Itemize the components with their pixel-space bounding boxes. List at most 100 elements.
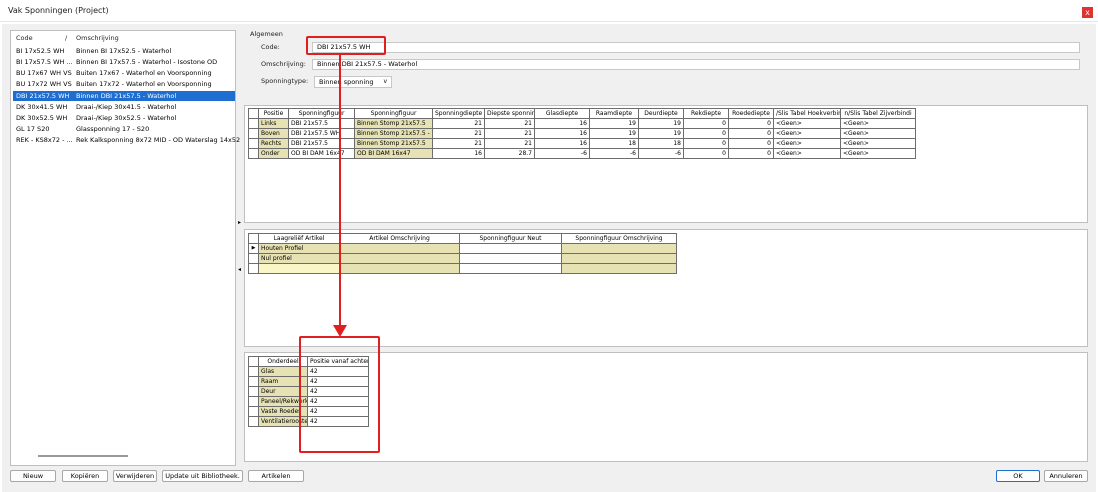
cell[interactable]: 0 xyxy=(683,128,729,139)
list-item[interactable]: DK 30x41.5 WH Draai-/Kiep 30x41.5 - Wate… xyxy=(13,102,235,112)
cell[interactable]: -6 xyxy=(534,148,590,159)
row-indicator[interactable] xyxy=(248,416,259,427)
omschrijving-input[interactable]: Binnen DBI 21x57.5 - Waterhol xyxy=(312,59,1080,70)
grid1-header[interactable]: Deurdiepte xyxy=(638,108,684,119)
table-row[interactable]: Rechts DBI 21x57.5 Binnen Stomp 21x57.5 … xyxy=(248,138,916,149)
code-input[interactable]: DBI 21x57.5 WH xyxy=(312,42,1080,53)
cell[interactable]: 19 xyxy=(589,118,639,129)
cell[interactable]: 21 xyxy=(432,128,485,139)
cell[interactable]: 0 xyxy=(683,148,729,159)
cell[interactable]: Binnen Stomp 21x57.5 - W xyxy=(354,128,433,139)
cell[interactable]: Houten Profiel xyxy=(258,243,340,254)
grid2-header[interactable]: Laagreliëf Artikel xyxy=(258,233,340,244)
kopieren-button[interactable]: Kopiëren xyxy=(62,470,108,482)
cell[interactable]: 16 xyxy=(534,128,590,139)
verwijderen-button[interactable]: Verwijderen xyxy=(113,470,157,482)
cell-positie[interactable]: Boven xyxy=(258,128,289,139)
grid1-header[interactable]: Sponningdiepte xyxy=(432,108,485,119)
cell[interactable] xyxy=(459,263,562,274)
cell[interactable]: 16 xyxy=(534,118,590,129)
cell[interactable]: 19 xyxy=(638,118,684,129)
cell[interactable]: 0 xyxy=(683,138,729,149)
cell[interactable]: 16 xyxy=(534,138,590,149)
close-button[interactable]: x xyxy=(1082,7,1093,18)
cell[interactable]: 19 xyxy=(589,128,639,139)
artikelen-button[interactable]: Artikelen xyxy=(248,470,304,482)
cell[interactable]: Binnen Stomp 21x57.5 xyxy=(354,138,433,149)
sponningtype-select[interactable]: Binnen sponning v xyxy=(314,76,392,88)
row-indicator[interactable] xyxy=(248,138,259,149)
cell[interactable]: -6 xyxy=(638,148,684,159)
grid1-header[interactable]: Roedediepte xyxy=(728,108,774,119)
list-item[interactable]: BU 17x67 WH VS Buiten 17x67 - Waterhol e… xyxy=(13,68,235,78)
cell[interactable]: OD BI DAM 16x47 xyxy=(288,148,355,159)
row-indicator[interactable] xyxy=(248,376,259,387)
cell[interactable] xyxy=(339,243,460,254)
cell[interactable]: 21 xyxy=(484,118,535,129)
table-row[interactable]: Boven DBI 21x57.5 WH Binnen Stomp 21x57.… xyxy=(248,128,916,139)
list-item[interactable]: DK 30x52.5 WH Draai-/Kiep 30x52.5 - Wate… xyxy=(13,113,235,123)
cell[interactable]: <Geen> xyxy=(840,148,916,159)
cell[interactable]: 21 xyxy=(484,128,535,139)
annuleren-button[interactable]: Annuleren xyxy=(1044,470,1088,482)
grid2-header[interactable]: Artikel Omschrijving xyxy=(339,233,460,244)
cell[interactable]: <Geen> xyxy=(773,138,841,149)
nieuw-button[interactable]: Nieuw xyxy=(10,470,56,482)
grid1-header[interactable]: Sponningfiguur xyxy=(354,108,433,119)
row-indicator[interactable] xyxy=(248,263,259,274)
cell[interactable]: <Geen> xyxy=(840,138,916,149)
table-row[interactable]: Links DBI 21x57.5 Binnen Stomp 21x57.5 2… xyxy=(248,118,916,129)
row-indicator[interactable] xyxy=(248,396,259,407)
cell-positie[interactable]: Rechts xyxy=(258,138,289,149)
table-row[interactable]: Nul profiel xyxy=(248,253,677,264)
grid1-header[interactable]: Glasdiepte xyxy=(534,108,590,119)
cell[interactable]: 16 xyxy=(432,148,485,159)
row-indicator-arrow-icon[interactable]: ▶ xyxy=(248,243,259,254)
sponningfiguur-grid[interactable]: Positie Sponningfiguur Sponningfiguur Sp… xyxy=(248,108,916,159)
cell[interactable]: DBI 21x57.5 xyxy=(288,118,355,129)
cell[interactable]: <Geen> xyxy=(773,128,841,139)
cell[interactable]: <Geen> xyxy=(773,148,841,159)
list-item[interactable]: GL 17 S20 Glassponning 17 - S20 xyxy=(13,124,235,134)
grid1-header[interactable]: /Slis Tabel Hoekverbin xyxy=(773,108,841,119)
cell[interactable] xyxy=(459,253,562,264)
grid1-header[interactable]: Rekdiepte xyxy=(683,108,729,119)
grid1-header[interactable]: Raamdiepte xyxy=(589,108,639,119)
splitter-expand-icon[interactable]: ▸ xyxy=(238,219,241,226)
cell[interactable] xyxy=(561,253,677,264)
list-item-selected[interactable]: DBI 21x57.5 WH Binnen DBI 21x57.5 - Wate… xyxy=(13,91,235,101)
list-item[interactable]: BI 17x57.5 WH ... Binnen BI 17x57.5 - Wa… xyxy=(13,57,235,67)
cell[interactable]: 21 xyxy=(432,138,485,149)
cell[interactable]: 0 xyxy=(728,118,774,129)
cell[interactable]: 18 xyxy=(589,138,639,149)
cell[interactable]: Binnen Stomp 21x57.5 xyxy=(354,118,433,129)
cell[interactable] xyxy=(459,243,562,254)
row-indicator[interactable] xyxy=(248,148,259,159)
cell[interactable]: Nul profiel xyxy=(258,253,340,264)
cell[interactable]: 0 xyxy=(728,128,774,139)
grid2-header[interactable]: Sponningfiguur Neut xyxy=(459,233,562,244)
cell[interactable]: <Geen> xyxy=(840,128,916,139)
ok-button[interactable]: OK xyxy=(996,470,1040,482)
row-indicator[interactable] xyxy=(248,253,259,264)
cell[interactable] xyxy=(561,263,677,274)
cell[interactable]: DBI 21x57.5 WH xyxy=(288,128,355,139)
cell[interactable]: OD BI DAM 16x47 xyxy=(354,148,433,159)
table-row[interactable]: Onder OD BI DAM 16x47 OD BI DAM 16x47 16… xyxy=(248,148,916,159)
list-header-omschrijving[interactable]: Omschrijving xyxy=(76,34,119,42)
grid1-header[interactable]: Sponningfiguur xyxy=(288,108,355,119)
list-item[interactable]: BU 17x72 WH VS Buiten 17x72 - Waterhol e… xyxy=(13,79,235,89)
cell[interactable]: 0 xyxy=(728,148,774,159)
cell[interactable]: 0 xyxy=(728,138,774,149)
row-indicator[interactable] xyxy=(248,406,259,417)
cell[interactable] xyxy=(561,243,677,254)
cell[interactable] xyxy=(339,253,460,264)
splitter-collapse-icon[interactable]: ◂ xyxy=(238,266,241,273)
cell[interactable]: -6 xyxy=(589,148,639,159)
cell-positie[interactable]: Onder xyxy=(258,148,289,159)
list-item[interactable]: REK - KS8x72 - ... Rek Kalksponning 8x72… xyxy=(13,135,240,145)
cell-positie[interactable]: Links xyxy=(258,118,289,129)
sponning-list[interactable]: Code / Omschrijving BI 17x52.5 WH Binnen… xyxy=(10,30,240,466)
cell[interactable]: <Geen> xyxy=(773,118,841,129)
table-row-new[interactable] xyxy=(248,263,677,274)
